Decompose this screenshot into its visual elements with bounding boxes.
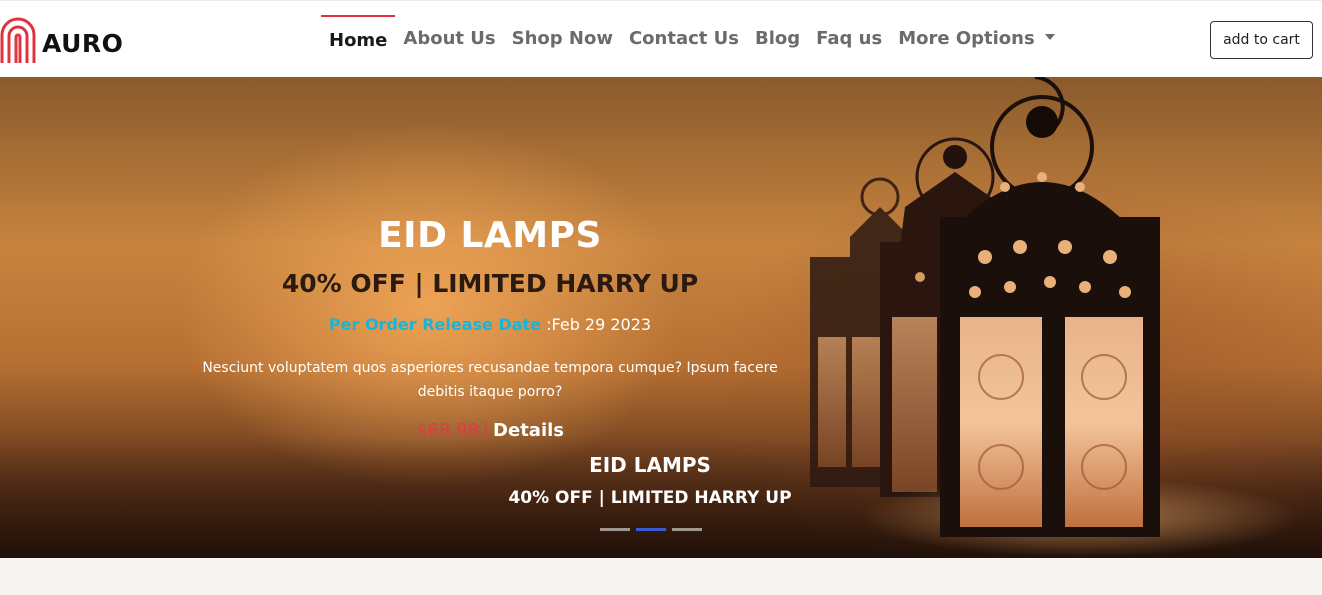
slide-caption-title: EID LAMPS (589, 453, 711, 477)
hero-caption: EID LAMPS 40% OFF | LIMITED HARRY UP Per… (0, 77, 1322, 558)
nav-more-options[interactable]: More Options (890, 1, 1063, 78)
brand-logo-link[interactable]: AURO (0, 15, 123, 65)
hero-subtitle: 40% OFF | LIMITED HARRY UP (281, 269, 699, 298)
hero-title: EID LAMPS (378, 215, 602, 256)
hero-description: Nesciunt voluptatem quos asperiores recu… (202, 360, 778, 400)
chevron-down-icon (1044, 34, 1055, 40)
main-menu: Home About Us Shop Now Contact Us Blog F… (321, 1, 1063, 78)
release-date: Per Order Release Date :Feb 29 2023 (190, 315, 790, 334)
navbar: AURO Home About Us Shop Now Contact Us B… (0, 0, 1322, 77)
nav-about-us[interactable]: About Us (395, 1, 503, 78)
release-date-label: Per Order Release Date (328, 315, 542, 334)
nav-blog[interactable]: Blog (747, 1, 808, 78)
nav-shop-now[interactable]: Shop Now (504, 1, 621, 78)
hero-carousel: EID LAMPS 40% OFF | LIMITED HARRY UP Per… (0, 77, 1322, 558)
carousel-indicator-3[interactable] (672, 528, 702, 531)
nav-faq-us[interactable]: Faq us (808, 1, 890, 78)
brand-name: AURO (42, 28, 124, 58)
carousel-indicator-2[interactable] (636, 528, 666, 531)
add-to-cart-button[interactable]: add to cart (1210, 21, 1313, 59)
details-link[interactable]: Details (493, 420, 564, 441)
nav-home[interactable]: Home (321, 1, 396, 78)
price: $68.98 (415, 420, 479, 441)
slide-caption-subtitle: 40% OFF | LIMITED HARRY UP (508, 488, 792, 508)
nav-contact-us[interactable]: Contact Us (621, 1, 747, 78)
release-date-value: :Feb 29 2023 (546, 315, 652, 334)
price-row: $68.98 | Details (190, 420, 790, 441)
price-separator: | (482, 420, 490, 441)
carousel-indicators (600, 528, 702, 531)
carousel-indicator-1[interactable] (600, 528, 630, 531)
nav-more-options-label: More Options (898, 28, 1035, 49)
auro-logo-icon (0, 17, 36, 63)
